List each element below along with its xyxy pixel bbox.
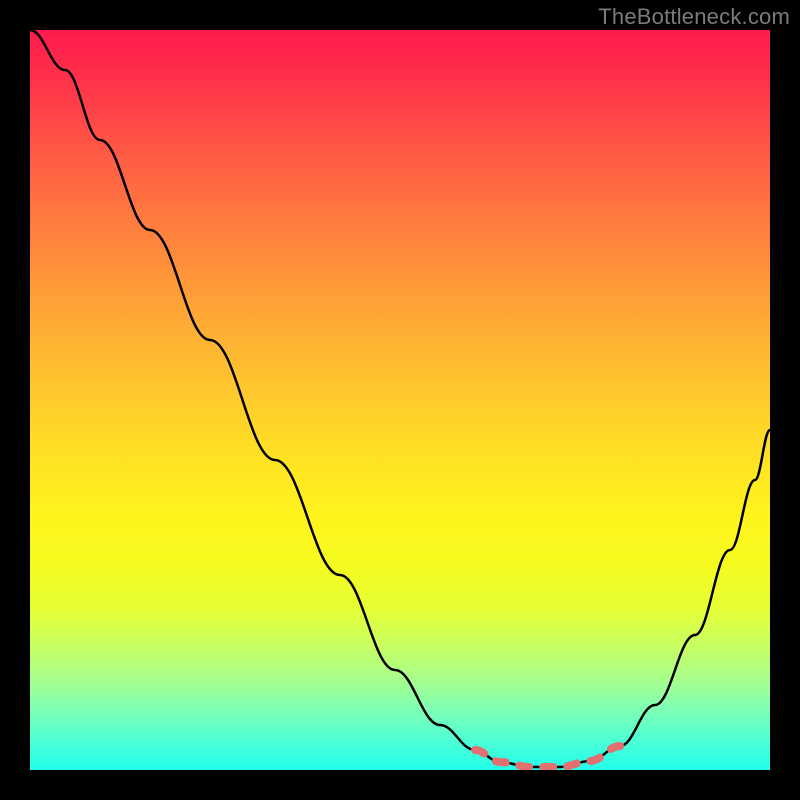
- chart-container: TheBottleneck.com: [0, 0, 800, 800]
- curve-svg: [30, 30, 770, 770]
- main-curve: [30, 30, 770, 767]
- plot-area: [30, 30, 770, 770]
- highlight-segment: [475, 746, 620, 767]
- watermark-label: TheBottleneck.com: [598, 4, 790, 30]
